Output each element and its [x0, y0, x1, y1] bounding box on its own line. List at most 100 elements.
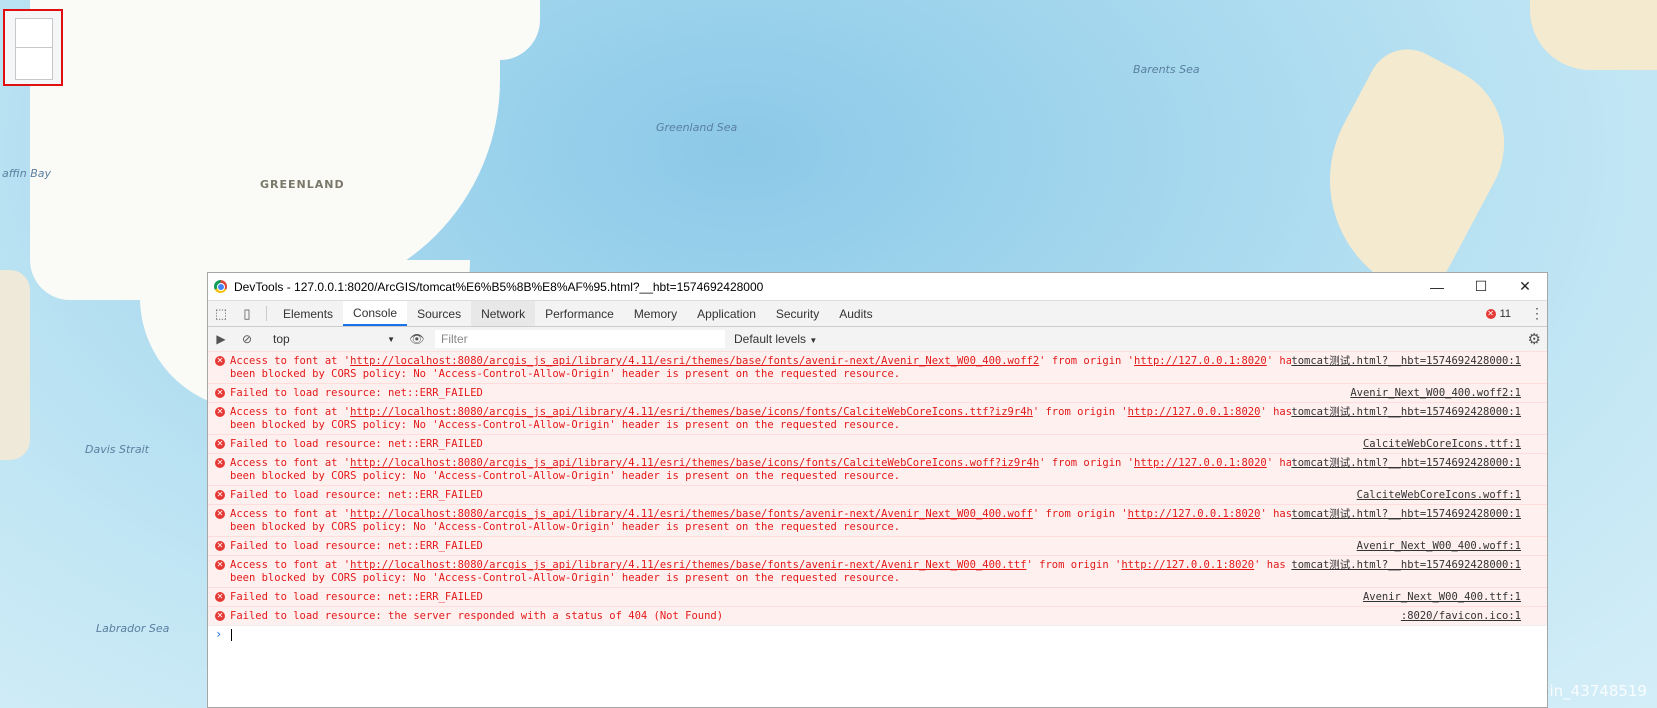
console-error-message: ✕ Failed to load resource: net::ERR_FAILE…	[208, 536, 1547, 555]
prompt-caret-icon: ›	[215, 627, 223, 641]
message-text: been blocked by CORS policy: No 'Access-…	[230, 572, 901, 584]
resource-link[interactable]: http://localhost:8080/arcgis_js_api/libr…	[350, 406, 1033, 418]
arctic-island	[1530, 0, 1657, 70]
origin-link[interactable]: http://127.0.0.1:8020	[1134, 355, 1267, 367]
devtools-titlebar[interactable]: DevTools - 127.0.0.1:8020/ArcGIS/tomcat%…	[208, 273, 1547, 300]
clear-console-icon[interactable]: ⊘	[234, 332, 260, 346]
tab-security[interactable]: Security	[766, 301, 829, 326]
maximize-button[interactable]: ☐	[1459, 273, 1503, 300]
devtools-tabbar: ⬚ ▯ Elements Console Sources Network Per…	[208, 300, 1547, 327]
message-text: Failed to load resource: net::ERR_FAILED	[230, 387, 483, 399]
console-error-message: ✕ Failed to load resource: net::ERR_FAILE…	[208, 587, 1547, 606]
source-link[interactable]: CalciteWebCoreIcons.woff:1	[1356, 489, 1521, 502]
inspect-element-icon[interactable]: ⬚	[208, 301, 234, 326]
console-prompt[interactable]: ›	[208, 625, 1547, 644]
message-text: ' has	[1260, 406, 1293, 418]
divider	[266, 306, 267, 321]
message-text: Access to font at '	[230, 508, 351, 520]
console-error-message: ✕ Access to font at 'http://localhost:808…	[208, 351, 1547, 383]
message-text: Access to font at '	[230, 406, 351, 418]
console-output: ✕ Access to font at 'http://localhost:808…	[208, 351, 1547, 707]
console-error-message: ✕ Access to font at 'http://localhost:808…	[208, 453, 1547, 485]
context-value: top	[273, 332, 290, 346]
tab-audits[interactable]: Audits	[829, 301, 882, 326]
tab-elements[interactable]: Elements	[273, 301, 343, 326]
dropdown-arrow-icon: ▼	[809, 336, 818, 345]
message-text: Access to font at '	[230, 559, 351, 571]
tab-memory[interactable]: Memory	[624, 301, 687, 326]
message-text: Access to font at '	[230, 457, 351, 469]
labrador-sea-label: Labrador Sea	[96, 622, 170, 635]
filter-input[interactable]: Filter	[434, 329, 726, 349]
message-text: ' from origin '	[1032, 406, 1128, 418]
source-link[interactable]: CalciteWebCoreIcons.ttf:1	[1362, 438, 1521, 451]
greenland-coast-north	[480, 0, 540, 60]
devtools-window: DevTools - 127.0.0.1:8020/ArcGIS/tomcat%…	[207, 272, 1548, 708]
console-error-message: ✕ Failed to load resource: the server res…	[208, 606, 1547, 625]
resource-link[interactable]: http://localhost:8080/arcgis_js_api/libr…	[350, 457, 1039, 469]
origin-link[interactable]: http://127.0.0.1:8020	[1128, 508, 1261, 520]
error-icon: ✕	[215, 388, 225, 398]
greenland-sea-label: Greenland Sea	[656, 121, 738, 134]
tab-sources[interactable]: Sources	[407, 301, 471, 326]
resource-link[interactable]: http://localhost:8080/arcgis_js_api/libr…	[350, 508, 1033, 520]
error-icon: ✕	[215, 439, 225, 449]
error-icon: ✕	[215, 541, 225, 551]
console-toolbar: ▶ ⊘ top ▼ 👁 Filter Default levels ▼ ⚙	[208, 327, 1547, 352]
message-text: ' from origin '	[1039, 355, 1134, 367]
error-icon: ✕	[215, 490, 225, 500]
origin-link[interactable]: http://127.0.0.1:8020	[1121, 559, 1254, 571]
console-error-message: ✕ Access to font at 'http://localhost:808…	[208, 555, 1547, 587]
live-expression-eye-icon[interactable]: 👁	[404, 332, 430, 346]
context-selector[interactable]: top ▼	[269, 330, 399, 348]
source-link[interactable]: tomcat测试.html?__hbt=1574692428000:1	[1291, 355, 1521, 368]
console-error-message: ✕ Failed to load resource: net::ERR_FAILE…	[208, 383, 1547, 402]
overview-map-widget[interactable]	[3, 9, 63, 86]
message-text: ' from origin '	[1026, 559, 1122, 571]
resource-link[interactable]: http://localhost:8080/arcgis_js_api/libr…	[350, 355, 1039, 367]
log-levels-dropdown[interactable]: Default levels ▼	[734, 332, 817, 346]
error-icon: ✕	[1485, 308, 1496, 319]
source-link[interactable]: Avenir_Next_W00_400.ttf:1	[1362, 591, 1521, 604]
dropdown-arrow-icon: ▼	[387, 334, 395, 344]
origin-link[interactable]: http://127.0.0.1:8020	[1128, 406, 1261, 418]
error-counter[interactable]: ✕ 11	[1485, 307, 1511, 320]
tab-application[interactable]: Application	[687, 301, 766, 326]
console-settings-gear-icon[interactable]: ⚙	[1528, 330, 1541, 348]
source-link[interactable]: tomcat测试.html?__hbt=1574692428000:1	[1291, 406, 1521, 419]
close-button[interactable]: ✕	[1503, 273, 1547, 300]
device-toolbar-icon[interactable]: ▯	[234, 301, 260, 326]
message-text: Failed to load resource: net::ERR_FAILED	[230, 438, 483, 450]
error-icon: ✕	[215, 592, 225, 602]
message-text: been blocked by CORS policy: No 'Access-…	[230, 470, 901, 482]
source-link[interactable]: tomcat测试.html?__hbt=1574692428000:1	[1291, 508, 1521, 521]
novaya-zemlya-landmass	[1287, 35, 1533, 305]
error-icon: ✕	[215, 611, 225, 621]
source-link[interactable]: Avenir_Next_W00_400.woff2:1	[1350, 387, 1521, 400]
minimize-button[interactable]: —	[1415, 273, 1459, 300]
sidebar-toggle-icon[interactable]: ▶	[208, 332, 234, 346]
source-link[interactable]: Avenir_Next_W00_400.woff:1	[1356, 540, 1521, 553]
source-link[interactable]: tomcat测试.html?__hbt=1574692428000:1	[1291, 559, 1521, 572]
resource-link[interactable]: http://localhost:8080/arcgis_js_api/libr…	[350, 559, 1026, 571]
greenland-label: GREENLAND	[260, 178, 345, 191]
baffin-bay-label: affin Bay	[2, 167, 52, 180]
error-icon: ✕	[215, 356, 225, 366]
error-icon: ✕	[215, 509, 225, 519]
message-text: ' from origin '	[1039, 457, 1134, 469]
source-link[interactable]: tomcat测试.html?__hbt=1574692428000:1	[1291, 457, 1521, 470]
error-count: 11	[1499, 307, 1511, 320]
tab-performance[interactable]: Performance	[535, 301, 624, 326]
origin-link[interactable]: http://127.0.0.1:8020	[1134, 457, 1267, 469]
more-options-icon[interactable]: ⋮	[1527, 305, 1547, 322]
error-icon: ✕	[215, 407, 225, 417]
devtools-title: DevTools - 127.0.0.1:8020/ArcGIS/tomcat%…	[234, 279, 764, 294]
message-text: been blocked by CORS policy: No 'Access-…	[230, 419, 901, 431]
tab-console[interactable]: Console	[343, 301, 408, 326]
chrome-icon	[214, 280, 227, 293]
text-cursor	[231, 629, 232, 641]
message-text: ' has	[1254, 559, 1286, 571]
message-text: Failed to load resource: the server resp…	[230, 610, 724, 622]
source-link[interactable]: :8020/favicon.ico:1	[1400, 610, 1521, 623]
tab-network[interactable]: Network	[471, 301, 536, 326]
